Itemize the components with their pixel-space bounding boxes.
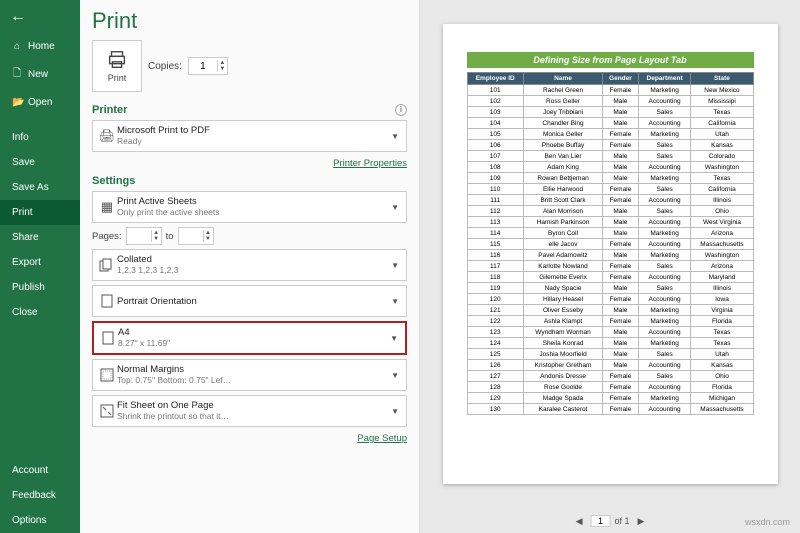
chevron-down-icon: ▼: [388, 261, 402, 270]
preview-page: Defining Size from Page Layout Tab Emplo…: [443, 24, 778, 484]
table-row: 129Madge SpadaFemaleMarketingMichigan: [467, 393, 753, 404]
printer-select[interactable]: 🖨 Microsoft Print to PDFReady ▼: [92, 120, 407, 152]
table-row: 120Hillary HeaselFemaleAccountingIowa: [467, 294, 753, 305]
table-row: 122Ashla KlamptFemaleMarketingFlorida: [467, 316, 753, 327]
margins-select[interactable]: Normal MarginsTop: 0.75" Bottom: 0.75" L…: [92, 359, 407, 391]
printer-icon: [106, 49, 128, 71]
chevron-down-icon: ▼: [388, 297, 402, 306]
table-row: 109Rowan BettjemanMaleMarketingTexas: [467, 173, 753, 184]
collate-icon: [97, 258, 117, 272]
scaling-select[interactable]: Fit Sheet on One PageShrink the printout…: [92, 395, 407, 427]
sidebar-item-export[interactable]: Export: [0, 250, 80, 275]
table-row: 127Andonis DresseFemaleSalesOhio: [467, 371, 753, 382]
table-row: 116Pavel AdamowitzMaleMarketingWashingto…: [467, 250, 753, 261]
page-setup-link[interactable]: Page Setup: [92, 433, 407, 444]
data-table: Employee IDNameGenderDepartmentState 101…: [467, 72, 754, 415]
column-header: Employee ID: [467, 73, 523, 85]
sidebar-item-close[interactable]: Close: [0, 300, 80, 325]
table-row: 114Byron CollMaleMarketingArizona: [467, 228, 753, 239]
table-row: 121Oliver EssebyMaleMarketingVirginia: [467, 305, 753, 316]
table-row: 118Gilemette EverixFemaleAccountingMaryl…: [467, 272, 753, 283]
table-row: 107Ben Van LierMaleSalesColorado: [467, 151, 753, 162]
table-row: 106Phoebe BuffayFemaleSalesKansas: [467, 140, 753, 151]
sidebar-item-share[interactable]: Share: [0, 225, 80, 250]
info-icon[interactable]: i: [395, 104, 407, 116]
watermark: wsxdn.com: [745, 517, 790, 527]
table-row: 130Karalee CasterotFemaleAccountingMassa…: [467, 404, 753, 415]
table-row: 112Alan MorrisonMaleSalesOhio: [467, 206, 753, 217]
column-header: Gender: [603, 73, 639, 85]
sidebar-item-info[interactable]: Info: [0, 125, 80, 150]
table-row: 124Sheila KonradMaleMarketingTexas: [467, 338, 753, 349]
sidebar-item-home[interactable]: ⌂Home: [0, 34, 80, 59]
table-row: 102Ross GellerMaleAccountingMississipi: [467, 96, 753, 107]
sheet-title: Defining Size from Page Layout Tab: [467, 52, 754, 68]
table-row: 104Chandler BingMaleAccountingCalifornia: [467, 118, 753, 129]
orientation-select[interactable]: Portrait Orientation ▼: [92, 285, 407, 317]
margins-icon: [97, 368, 117, 382]
print-button[interactable]: Print: [92, 40, 142, 92]
page-navigator: ◀ of 1 ▶: [572, 515, 649, 527]
table-row: 115elle JacovFemaleAccountingMassachuset…: [467, 239, 753, 250]
paper-size-select[interactable]: A48.27" x 11.69" ▼: [92, 321, 407, 355]
print-preview: Defining Size from Page Layout Tab Emplo…: [420, 0, 800, 533]
printer-properties-link[interactable]: Printer Properties: [92, 158, 407, 169]
table-row: 128Rose GooldeFemaleAccountingFlorida: [467, 382, 753, 393]
table-row: 113Hamish ParkinsonMaleAccountingWest Vi…: [467, 217, 753, 228]
down-icon[interactable]: ▼: [218, 66, 227, 72]
table-row: 101Rachel GreenFemaleMarketingNew Mexico: [467, 85, 753, 96]
sidebar-item-print[interactable]: Print: [0, 200, 80, 225]
copies-input[interactable]: [189, 61, 217, 72]
sidebar-item-options[interactable]: Options: [0, 508, 80, 533]
column-header: State: [691, 73, 753, 85]
table-row: 110Ellie HarwoodFemaleSalesCalifornia: [467, 184, 753, 195]
table-row: 111Britt Scott ClarkFemaleAccountingIlli…: [467, 195, 753, 206]
sidebar-item-publish[interactable]: Publish: [0, 275, 80, 300]
column-header: Department: [638, 73, 691, 85]
chevron-down-icon: ▼: [388, 203, 402, 212]
next-page-button[interactable]: ▶: [634, 516, 649, 527]
page-title: Print: [92, 8, 407, 34]
chevron-down-icon: ▼: [388, 407, 402, 416]
backstage-sidebar: ← ⌂Home🗋New📂Open InfoSaveSave AsPrintSha…: [0, 0, 80, 533]
table-row: 108Adam KingMaleAccountingWashington: [467, 162, 753, 173]
pages-from-input[interactable]: ▲▼: [126, 227, 162, 245]
page-count-label: of 1: [614, 516, 629, 526]
table-row: 123Wyndham WormanMaleAccountingTexas: [467, 327, 753, 338]
chevron-down-icon: ▼: [388, 371, 402, 380]
table-row: 119Nady SpacieMaleSalesIllinois: [467, 283, 753, 294]
sheet-icon: ▦: [97, 199, 117, 215]
back-button[interactable]: ←: [0, 0, 80, 34]
printer-device-icon: 🖨: [97, 128, 117, 144]
settings-heading: Settings: [92, 175, 407, 187]
page-number-input[interactable]: [590, 515, 610, 527]
table-row: 126Kristopher GrethamMaleAccountingKansa…: [467, 360, 753, 371]
sidebar-item-feedback[interactable]: Feedback: [0, 483, 80, 508]
sidebar-item-account[interactable]: Account: [0, 458, 80, 483]
chevron-down-icon: ▼: [387, 334, 401, 343]
portrait-icon: [97, 294, 117, 308]
column-header: Name: [523, 73, 602, 85]
collation-select[interactable]: Collated1,2,3 1,2,3 1,2,3 ▼: [92, 249, 407, 281]
chevron-down-icon: ▼: [388, 132, 402, 141]
fit-icon: [97, 404, 117, 418]
table-row: 117Karlotte NowlandFemaleSalesArizona: [467, 261, 753, 272]
table-row: 125Joshia MoorfieldMaleSalesUtah: [467, 349, 753, 360]
sidebar-item-save[interactable]: Save: [0, 150, 80, 175]
prev-page-button[interactable]: ◀: [572, 516, 587, 527]
pages-range: Pages: ▲▼ to ▲▼: [92, 227, 407, 245]
pages-to-input[interactable]: ▲▼: [178, 227, 214, 245]
print-panel: Print Print Copies: ▲▼ Printer i 🖨 Micro…: [80, 0, 420, 533]
print-what-select[interactable]: ▦ Print Active SheetsOnly print the acti…: [92, 191, 407, 223]
page-icon: [98, 331, 118, 345]
copies-label: Copies:: [148, 61, 182, 72]
printer-heading: Printer i: [92, 104, 407, 116]
table-row: 105Monica GellerFemaleMarketingUtah: [467, 129, 753, 140]
sidebar-item-open[interactable]: 📂Open: [0, 90, 80, 115]
copies-stepper[interactable]: ▲▼: [188, 57, 228, 75]
pages-label: Pages:: [92, 231, 122, 242]
sidebar-item-save-as[interactable]: Save As: [0, 175, 80, 200]
table-row: 103Joey TribbianiMaleSalesTexas: [467, 107, 753, 118]
sidebar-item-new[interactable]: 🗋New: [0, 59, 80, 90]
